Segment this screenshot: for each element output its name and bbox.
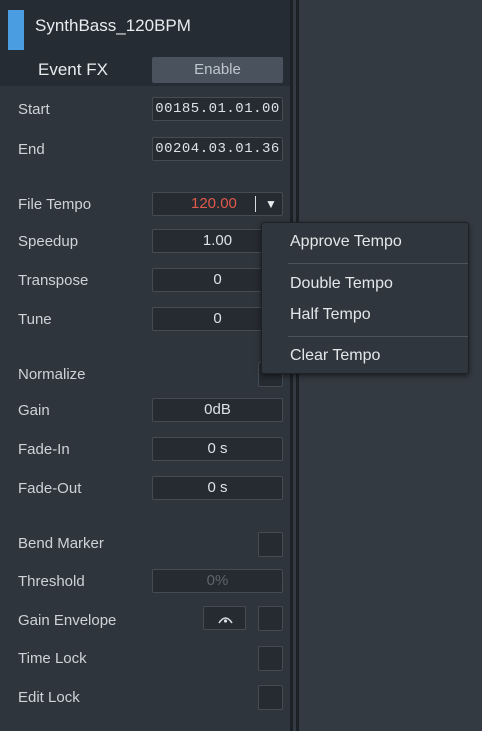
bend-marker-label: Bend Marker [18, 535, 104, 552]
triangle-down-icon[interactable]: ▼ [260, 193, 282, 215]
fade-in-label: Fade-In [18, 441, 70, 458]
time-lock-label: Time Lock [18, 650, 87, 667]
edit-lock-label: Edit Lock [18, 689, 80, 706]
fade-in-field[interactable]: 0 s [152, 437, 283, 461]
normalize-label: Normalize [18, 366, 86, 383]
start-label: Start [18, 101, 50, 118]
menu-separator [288, 263, 468, 264]
start-field[interactable]: 00185.01.01.00 [152, 97, 283, 121]
arc-envelope-icon[interactable] [203, 606, 246, 630]
file-tempo-label: File Tempo [18, 196, 92, 213]
gain-envelope-checkbox[interactable] [258, 606, 283, 631]
fade-out-field[interactable]: 0 s [152, 476, 283, 500]
threshold-field[interactable]: 0% [152, 569, 283, 593]
menu-item-half-tempo[interactable]: Half Tempo [290, 306, 371, 324]
fade-out-label: Fade-Out [18, 480, 82, 497]
track-color-swatch[interactable] [8, 10, 24, 50]
bend-marker-checkbox[interactable] [258, 532, 283, 557]
menu-item-clear-tempo[interactable]: Clear Tempo [290, 347, 380, 365]
end-label: End [18, 141, 45, 158]
transpose-label: Transpose [18, 272, 89, 289]
time-lock-checkbox[interactable] [258, 646, 283, 671]
gain-label: Gain [18, 402, 50, 419]
end-field[interactable]: 00204.03.01.36 [152, 137, 283, 161]
menu-item-approve-tempo[interactable]: Approve Tempo [290, 233, 402, 251]
menu-item-double-tempo[interactable]: Double Tempo [290, 275, 393, 293]
edit-lock-checkbox[interactable] [258, 685, 283, 710]
speedup-label: Speedup [18, 233, 79, 250]
gain-field[interactable]: 0dB [152, 398, 283, 422]
tune-label: Tune [18, 311, 52, 328]
threshold-label: Threshold [18, 573, 85, 590]
gain-envelope-label: Gain Envelope [18, 612, 117, 629]
event-fx-label: Event FX [38, 60, 108, 79]
tempo-context-menu: Approve Tempo Double Tempo Half Tempo Cl… [261, 222, 469, 374]
menu-separator [288, 336, 468, 337]
enable-button[interactable]: Enable [152, 57, 283, 83]
event-title[interactable]: SynthBass_120BPM [35, 16, 191, 36]
tempo-separator [255, 196, 256, 212]
